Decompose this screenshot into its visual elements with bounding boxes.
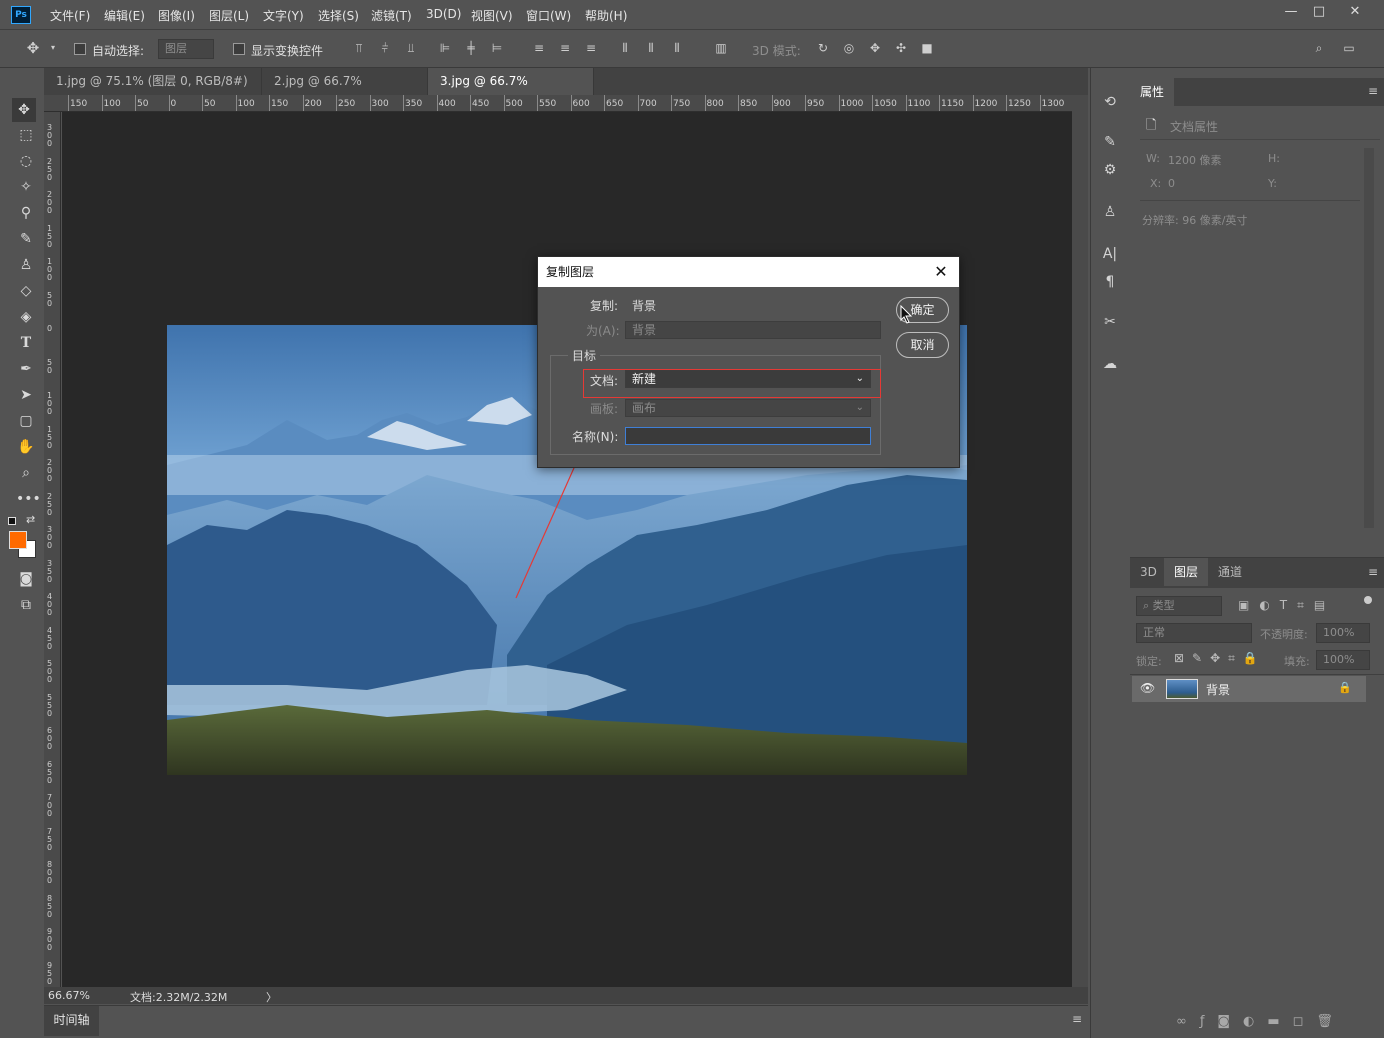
opacity-value: 100% [1323,626,1355,639]
dialog-close-icon[interactable]: ✕ [931,257,951,287]
layer-thumbnail [1166,679,1198,699]
status-menu-arrow[interactable]: 〉 [266,989,277,1005]
visibility-eye-icon[interactable]: 👁 [1140,681,1155,695]
properties-header: 🗋 文档属性 [1140,112,1380,140]
duplicate-layer-dialog: 复制图层 ✕ 复制: 背景 为(A): 背景 目标 文档: 新建 ⌄ 画板: 画布… [537,256,960,468]
y-label: Y: [1268,177,1277,190]
x-value[interactable]: 0 [1168,177,1175,190]
cancel-button[interactable]: 取消 [896,332,949,358]
blend-mode-value: 正常 [1143,626,1165,639]
destination-group-label: 目标 [568,347,601,364]
artboard-label: 画板: [590,402,619,416]
lock-icons[interactable]: ⊠✎✥⌗🔒 [1174,651,1266,666]
x-label: X: [1150,177,1162,190]
copy-label: 复制: [590,299,619,313]
panel-menu-icon[interactable]: ≡ [1368,565,1378,579]
as-label: 为(A): [586,324,620,338]
layer-filter-dropdown[interactable]: ⌕ 类型 [1136,596,1222,616]
tab-timeline[interactable]: 时间轴 [44,1006,99,1036]
history-icon[interactable]: ⟲ [1100,92,1120,112]
clone-source-icon[interactable]: ♙ [1100,202,1120,222]
adjust-icon[interactable]: ⚙ [1100,160,1120,180]
layers-panel: 3D 图层 通道 ≡ ⌕ 类型 ▣◐T⌗▤ 正常 不透明度: 100% 锁定: … [1130,557,1384,1038]
divider [1140,200,1360,201]
width-label: W: [1146,152,1160,165]
character-icon[interactable]: A| [1100,244,1120,264]
artboard-value: 画布 [632,401,657,415]
filter-toggle-icon[interactable] [1364,596,1372,604]
resolution-text: 分辨率: 96 像素/英寸 [1142,214,1248,227]
paragraph-icon[interactable]: ¶ [1100,272,1120,292]
layers-footer-icons[interactable]: ∞ƒ◙◐▬◻🗑 [1176,1014,1346,1029]
copy-value: 背景 [632,299,657,313]
opacity-input[interactable]: 100% [1316,623,1370,643]
layers-tabbar: 3D 图层 通道 ≡ [1130,558,1384,588]
fill-label: 填充: [1284,655,1310,668]
width-value[interactable]: 1200 像素 [1168,152,1222,168]
document-size: 文档:2.32M/2.32M [130,991,228,1004]
dialog-title: 复制图层 [546,265,595,279]
dialog-titlebar[interactable]: 复制图层 [538,257,959,287]
divider [1130,674,1384,675]
fill-value: 100% [1323,653,1355,666]
panel-menu-icon[interactable]: ≡ [1368,84,1378,98]
mouse-cursor-icon [900,305,913,324]
panel-menu-icon[interactable]: ≡ [1072,1012,1082,1026]
blend-mode-dropdown[interactable]: 正常 [1136,623,1252,643]
opacity-label: 不透明度: [1260,628,1308,641]
zoom-level[interactable]: 66.67% [48,989,90,1002]
filter-type-label: 类型 [1152,599,1175,612]
artboard-dropdown[interactable]: 画布 ⌄ [625,399,871,417]
tab-channels[interactable]: 通道 [1208,558,1252,586]
properties-tabbar: 属性 ≡ [1130,78,1384,106]
tab-properties[interactable]: 属性 [1130,78,1175,106]
name-input[interactable] [625,427,871,445]
document-icon: 🗋 [1146,118,1157,133]
collapsed-panels-dock: ⟲ ✎ ⚙ ♙ A| ¶ ✂ ☁ [1090,68,1128,1038]
brush-settings-icon[interactable]: ✎ [1100,132,1120,152]
chevron-down-icon: ⌄ [855,402,864,413]
as-input[interactable]: 背景 [625,321,881,339]
highlight-box [583,369,881,398]
filter-icons[interactable]: ▣◐T⌗▤ [1238,598,1335,613]
libraries-icon[interactable]: ☁ [1100,354,1120,374]
layer-row-background[interactable]: 👁 背景 🔒 [1132,676,1366,702]
tab-3d[interactable]: 3D [1130,558,1167,586]
search-icon: ⌕ [1143,599,1153,612]
tab-layers[interactable]: 图层 [1164,558,1209,586]
lock-label: 锁定: [1136,655,1162,668]
as-value: 背景 [632,323,657,337]
name-label: 名称(N): [572,430,619,444]
layer-name[interactable]: 背景 [1206,681,1230,698]
properties-scrollbar[interactable] [1364,148,1374,528]
properties-title: 文档属性 [1170,120,1219,134]
tool-presets-icon[interactable]: ✂ [1100,312,1120,332]
fill-input[interactable]: 100% [1316,650,1370,670]
timeline-panel: 时间轴 ≡ [44,1005,1088,1036]
lock-icon: 🔒 [1338,681,1352,694]
height-label: H: [1268,152,1280,165]
status-bar: 66.67% 文档:2.32M/2.32M 〉 [44,987,1088,1004]
properties-panel: 属性 ≡ 🗋 文档属性 W: 1200 像素 H: X: 0 Y: 分辨率: 9… [1130,68,1384,556]
